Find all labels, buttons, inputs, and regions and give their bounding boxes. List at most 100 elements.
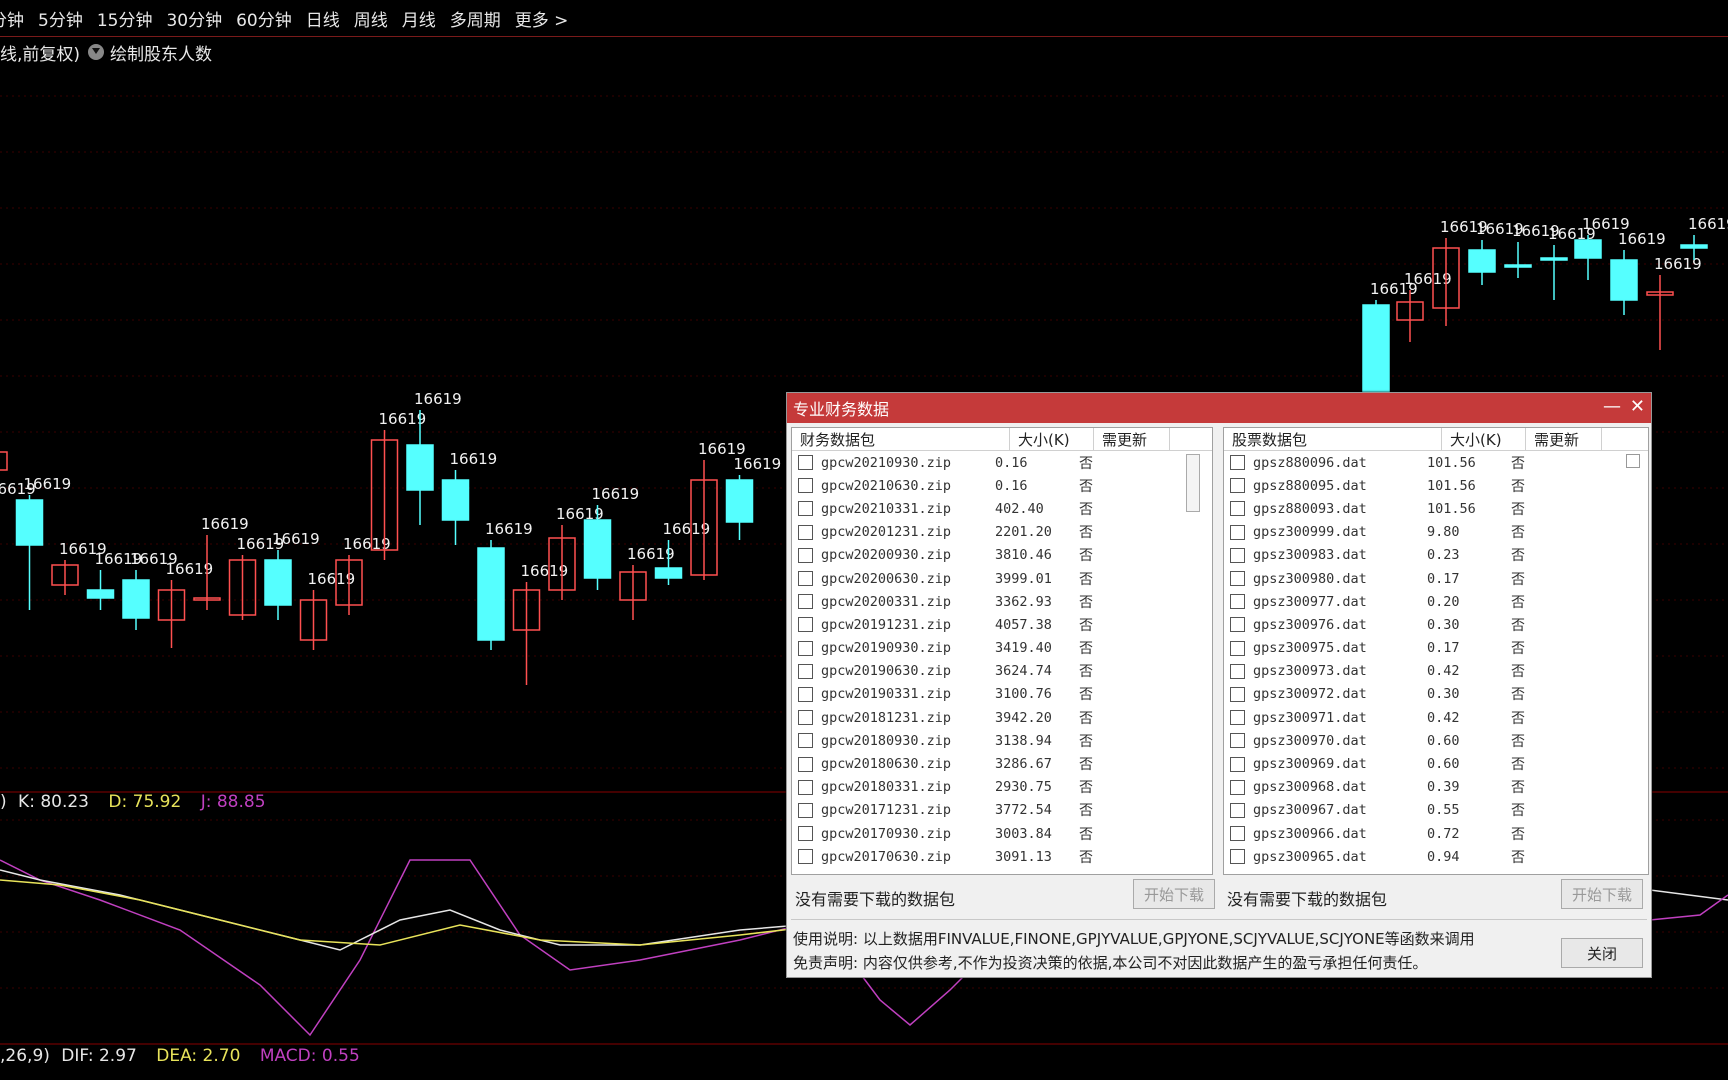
- list-item[interactable]: gpsz300999.dat 9.80 否: [1224, 521, 1648, 544]
- row-checkbox[interactable]: [798, 779, 813, 795]
- row-checkbox[interactable]: [1230, 617, 1245, 633]
- header-size[interactable]: 大小(K): [1442, 428, 1526, 450]
- row-checkbox[interactable]: [798, 849, 813, 865]
- row-checkbox[interactable]: [1230, 455, 1245, 471]
- row-checkbox[interactable]: [798, 501, 813, 517]
- package-size: 0.16: [995, 454, 1028, 471]
- header-update[interactable]: 需更新: [1094, 428, 1170, 450]
- row-checkbox[interactable]: [798, 802, 813, 818]
- list-item[interactable]: gpcw20210630.zip 0.16 否: [792, 474, 1212, 497]
- period-tab-4[interactable]: 60分钟: [236, 6, 292, 31]
- list-item[interactable]: gpcw20210331.zip 402.40 否: [792, 497, 1212, 520]
- period-tab-2[interactable]: 15分钟: [97, 6, 153, 31]
- list-item[interactable]: gpsz300971.dat 0.42 否: [1224, 706, 1648, 729]
- period-tab-8[interactable]: 多周期: [450, 6, 501, 31]
- finance-package-list[interactable]: 财务数据包 大小(K) 需更新 gpcw20210930.zip 0.16 否 gpc…: [791, 427, 1213, 875]
- list-item[interactable]: gpsz300975.dat 0.17 否: [1224, 637, 1648, 660]
- list-item[interactable]: gpsz300983.dat 0.23 否: [1224, 544, 1648, 567]
- list-item[interactable]: gpsz880095.dat 101.56 否: [1224, 474, 1648, 497]
- header-package[interactable]: 财务数据包: [792, 428, 1010, 450]
- list-item[interactable]: gpcw20190630.zip 3624.74 否: [792, 660, 1212, 683]
- list-item[interactable]: gpsz300966.dat 0.72 否: [1224, 822, 1648, 845]
- close-button[interactable]: 关闭: [1561, 938, 1643, 968]
- list-item[interactable]: gpcw20180630.zip 3286.67 否: [792, 752, 1212, 775]
- row-checkbox[interactable]: [798, 733, 813, 749]
- list-item[interactable]: gpsz300968.dat 0.39 否: [1224, 776, 1648, 799]
- list-item[interactable]: gpsz300969.dat 0.60 否: [1224, 752, 1648, 775]
- row-checkbox[interactable]: [1230, 779, 1245, 795]
- list-item[interactable]: gpcw20210930.zip 0.16 否: [792, 451, 1212, 474]
- list-item[interactable]: gpsz300980.dat 0.17 否: [1224, 567, 1648, 590]
- row-checkbox[interactable]: [1230, 686, 1245, 702]
- list-item[interactable]: gpcw20200331.zip 3362.93 否: [792, 590, 1212, 613]
- row-checkbox[interactable]: [798, 826, 813, 842]
- header-package[interactable]: 股票数据包: [1224, 428, 1442, 450]
- row-checkbox[interactable]: [1230, 478, 1245, 494]
- period-tab-3[interactable]: 30分钟: [166, 6, 222, 31]
- row-checkbox[interactable]: [1230, 849, 1245, 865]
- row-checkbox[interactable]: [1230, 733, 1245, 749]
- row-checkbox[interactable]: [798, 478, 813, 494]
- period-tab-0[interactable]: 分钟: [0, 6, 24, 31]
- row-checkbox[interactable]: [798, 710, 813, 726]
- row-checkbox[interactable]: [798, 524, 813, 540]
- row-checkbox[interactable]: [1230, 826, 1245, 842]
- period-tab-5[interactable]: 日线: [306, 6, 340, 31]
- list-item[interactable]: gpcw20191231.zip 4057.38 否: [792, 613, 1212, 636]
- row-checkbox[interactable]: [798, 571, 813, 587]
- header-size[interactable]: 大小(K): [1010, 428, 1094, 450]
- list-item[interactable]: gpcw20190930.zip 3419.40 否: [792, 637, 1212, 660]
- list-item[interactable]: gpsz300972.dat 0.30 否: [1224, 683, 1648, 706]
- scrollbar-thumb[interactable]: [1186, 454, 1200, 512]
- list-item[interactable]: gpsz300970.dat 0.60 否: [1224, 729, 1648, 752]
- row-checkbox[interactable]: [798, 686, 813, 702]
- minimize-icon[interactable]: —: [1603, 396, 1621, 417]
- list-item[interactable]: gpcw20170930.zip 3003.84 否: [792, 822, 1212, 845]
- list-item[interactable]: gpcw20201231.zip 2201.20 否: [792, 521, 1212, 544]
- period-tab-1[interactable]: 5分钟: [38, 6, 83, 31]
- draw-shareholders-label[interactable]: 绘制股东人数: [110, 40, 212, 65]
- row-checkbox[interactable]: [798, 640, 813, 656]
- row-checkbox[interactable]: [1230, 663, 1245, 679]
- list-item[interactable]: gpsz300973.dat 0.42 否: [1224, 660, 1648, 683]
- period-tab-9[interactable]: 更多 >: [515, 6, 569, 31]
- finance-download-button[interactable]: 开始下载: [1133, 879, 1215, 909]
- dropdown-circle-icon[interactable]: [88, 44, 105, 60]
- row-checkbox[interactable]: [798, 663, 813, 679]
- row-checkbox[interactable]: [1230, 547, 1245, 563]
- row-checkbox[interactable]: [1230, 501, 1245, 517]
- row-checkbox[interactable]: [1230, 524, 1245, 540]
- list-item[interactable]: gpcw20200630.zip 3999.01 否: [792, 567, 1212, 590]
- row-checkbox[interactable]: [798, 547, 813, 563]
- list-item[interactable]: gpsz880093.dat 101.56 否: [1224, 497, 1648, 520]
- stock-download-button[interactable]: 开始下载: [1561, 879, 1643, 909]
- row-checkbox[interactable]: [1230, 710, 1245, 726]
- list-item[interactable]: gpcw20170630.zip 3091.13 否: [792, 845, 1212, 868]
- row-checkbox[interactable]: [1230, 756, 1245, 772]
- row-checkbox[interactable]: [1230, 802, 1245, 818]
- row-checkbox[interactable]: [798, 756, 813, 772]
- row-checkbox[interactable]: [1230, 640, 1245, 656]
- row-checkbox[interactable]: [1230, 571, 1245, 587]
- list-item[interactable]: gpsz880096.dat 101.56 否: [1224, 451, 1648, 474]
- list-item[interactable]: gpcw20180930.zip 3138.94 否: [792, 729, 1212, 752]
- row-checkbox[interactable]: [798, 594, 813, 610]
- list-item[interactable]: gpcw20181231.zip 3942.20 否: [792, 706, 1212, 729]
- list-item[interactable]: gpcw20171231.zip 3772.54 否: [792, 799, 1212, 822]
- list-item[interactable]: gpcw20200930.zip 3810.46 否: [792, 544, 1212, 567]
- list-item[interactable]: gpsz300977.dat 0.20 否: [1224, 590, 1648, 613]
- close-icon[interactable]: ✕: [1630, 396, 1645, 417]
- period-tab-7[interactable]: 月线: [402, 6, 436, 31]
- list-item[interactable]: gpcw20180331.zip 2930.75 否: [792, 776, 1212, 799]
- scrollbar-box[interactable]: [1626, 454, 1640, 468]
- stock-package-list[interactable]: 股票数据包 大小(K) 需更新 gpsz880096.dat 101.56 否 gps…: [1223, 427, 1649, 875]
- row-checkbox[interactable]: [798, 617, 813, 633]
- list-item[interactable]: gpsz300965.dat 0.94 否: [1224, 845, 1648, 868]
- list-item[interactable]: gpsz300976.dat 0.30 否: [1224, 613, 1648, 636]
- row-checkbox[interactable]: [798, 455, 813, 471]
- header-update[interactable]: 需更新: [1526, 428, 1602, 450]
- list-item[interactable]: gpsz300967.dat 0.55 否: [1224, 799, 1648, 822]
- period-tab-6[interactable]: 周线: [354, 6, 388, 31]
- row-checkbox[interactable]: [1230, 594, 1245, 610]
- list-item[interactable]: gpcw20190331.zip 3100.76 否: [792, 683, 1212, 706]
